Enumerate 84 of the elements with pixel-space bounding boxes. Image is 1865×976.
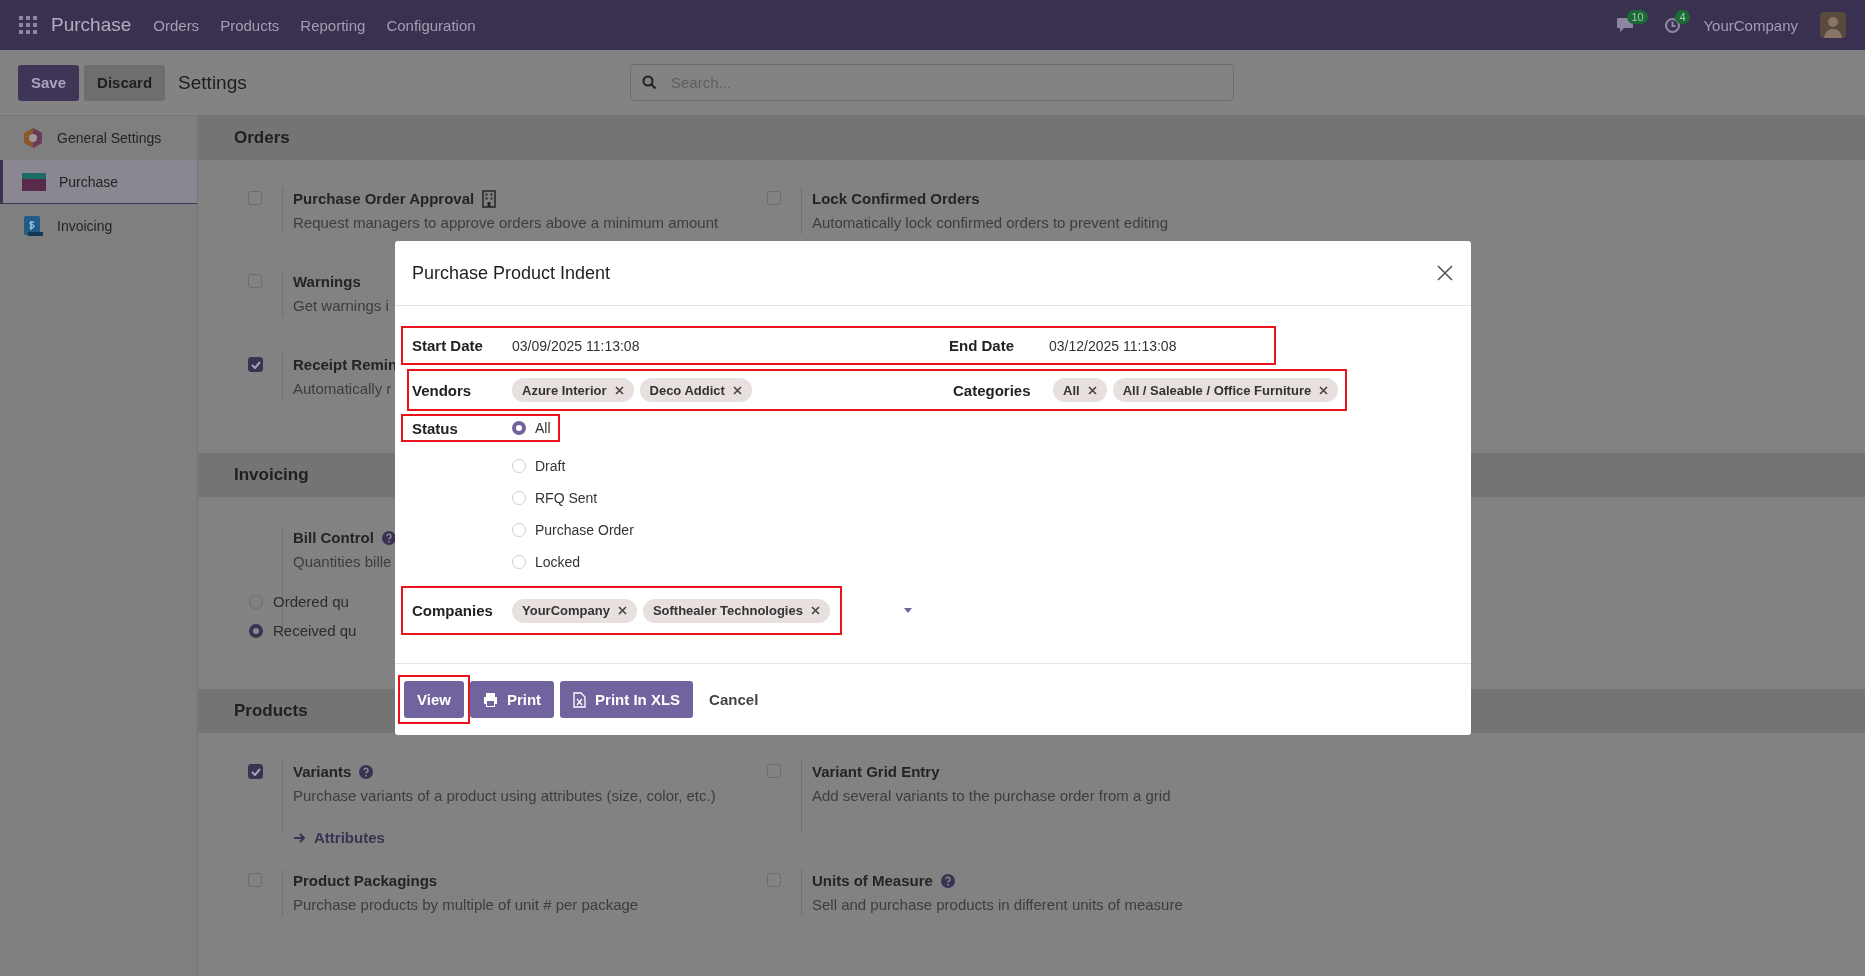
menu-item[interactable]: Orders	[153, 16, 200, 34]
company-tag[interactable]: Softhealer Technologies	[642, 598, 830, 623]
caret-icon[interactable]	[904, 608, 912, 613]
field-label: Vendors	[412, 381, 473, 399]
setting-description: Get warnings i	[293, 296, 389, 316]
attributes-link[interactable]: Attributes	[293, 826, 716, 849]
radio-button[interactable]	[512, 421, 526, 435]
section-title: Products	[234, 701, 308, 721]
radio-label: RFQ Sent	[535, 490, 598, 506]
setting-title: Purchase Order Approval	[293, 189, 475, 209]
printer-icon	[482, 692, 498, 707]
remove-icon[interactable]	[810, 606, 820, 615]
setting-title: Lock Confirmed Orders	[812, 189, 980, 209]
setting-description: Request managers to approve orders above a minimum amount	[293, 213, 719, 233]
remove-icon[interactable]	[1319, 385, 1329, 395]
section-title: Invoicing	[234, 465, 309, 485]
remove-icon[interactable]	[614, 385, 624, 395]
category-tag[interactable]: All / Saleable / Office Furniture	[1112, 378, 1339, 402]
sidebar-item[interactable]: Purchase	[0, 160, 197, 204]
setting-description: Automatically lock confirmed orders to prevent editing	[812, 213, 1168, 233]
field-label: Companies	[412, 602, 494, 619]
card-icon	[22, 172, 46, 191]
menu-item[interactable]: Products	[220, 16, 280, 34]
menu-item[interactable]: Configuration	[386, 16, 476, 34]
company-switcher[interactable]: YourCompany	[1703, 16, 1798, 34]
app-name[interactable]: Purchase	[51, 14, 132, 36]
dialog-title: Purchase Product Indent	[412, 262, 611, 284]
field-label: Start Date	[412, 337, 484, 354]
page-title: Settings	[178, 71, 247, 94]
help-icon[interactable]	[381, 530, 396, 545]
spreadsheet-file-icon	[573, 691, 587, 708]
remove-icon[interactable]	[732, 385, 742, 395]
company-tag[interactable]: YourCompany	[512, 598, 637, 623]
print-button[interactable]: Print	[469, 681, 555, 718]
field-label: Categories	[953, 381, 1032, 399]
search-icon	[642, 75, 657, 90]
save-button[interactable]: Save	[18, 64, 80, 101]
user-avatar[interactable]	[1820, 12, 1846, 38]
radio-label: All	[535, 420, 551, 436]
date-field[interactable]: 03/12/2025 11:13:08	[1049, 337, 1177, 354]
setting-title: Warnings	[293, 272, 361, 292]
setting-title: Units of Measure	[812, 871, 933, 891]
sidebar-item[interactable]: Invoicing	[0, 204, 197, 248]
activity-count-badge: 4	[1675, 9, 1690, 24]
menu-item[interactable]: Reporting	[300, 16, 366, 34]
vendor-tag[interactable]: Azure Interior	[512, 378, 634, 402]
remove-icon[interactable]	[617, 606, 627, 615]
setting-description: Sell and purchase products in different units of measure	[812, 895, 1183, 915]
radio-button[interactable]	[249, 623, 263, 638]
setting-description: Quantities bille	[293, 552, 393, 572]
checkbox[interactable]	[248, 357, 263, 372]
close-icon[interactable]	[1437, 265, 1453, 281]
setting-title: Variant Grid Entry	[812, 762, 940, 782]
category-tag[interactable]: All	[1053, 378, 1107, 402]
radio-label: Ordered qu	[273, 592, 349, 612]
message-count-badge: 10	[1627, 10, 1648, 24]
cancel-button[interactable]: Cancel	[705, 691, 763, 708]
setting-description: Purchase variants of a product using attributes (size, color, etc.)	[293, 786, 716, 806]
sidebar-item[interactable]: General Settings	[0, 116, 197, 160]
radio-label: Purchase Order	[535, 522, 634, 538]
vendor-tag[interactable]: Deco Addict	[639, 378, 752, 402]
view-button[interactable]: View	[404, 681, 464, 718]
setting-title: Receipt Remin	[293, 355, 398, 375]
radio-label: Locked	[535, 554, 581, 570]
setting-description: Automatically r	[293, 379, 393, 399]
field-label: End Date	[949, 337, 1015, 354]
remove-icon[interactable]	[1087, 385, 1097, 395]
checkbox[interactable]	[248, 764, 263, 779]
app-grid-icon[interactable]	[19, 16, 37, 34]
bill-icon	[22, 215, 44, 237]
arrow-icon	[293, 831, 306, 844]
setting-description: Add several variants to the purchase order from a grid	[812, 786, 1171, 806]
setting-description: Purchase products by multiple of unit # per package	[293, 895, 639, 915]
setting-title: Bill Control	[293, 528, 374, 548]
section-title: Orders	[234, 128, 290, 148]
discard-button[interactable]: Discard	[84, 64, 166, 101]
setting-title: Variants	[293, 762, 352, 782]
date-field[interactable]: 03/09/2025 11:13:08	[512, 337, 949, 354]
print-xls-button[interactable]: Print In XLS	[560, 681, 694, 718]
radio-label: Draft	[535, 458, 566, 474]
radio-label: Received qu	[273, 621, 357, 641]
hexagon-icon	[22, 127, 44, 149]
setting-title: Product Packagings	[293, 871, 438, 891]
field-label: Status	[412, 419, 459, 437]
